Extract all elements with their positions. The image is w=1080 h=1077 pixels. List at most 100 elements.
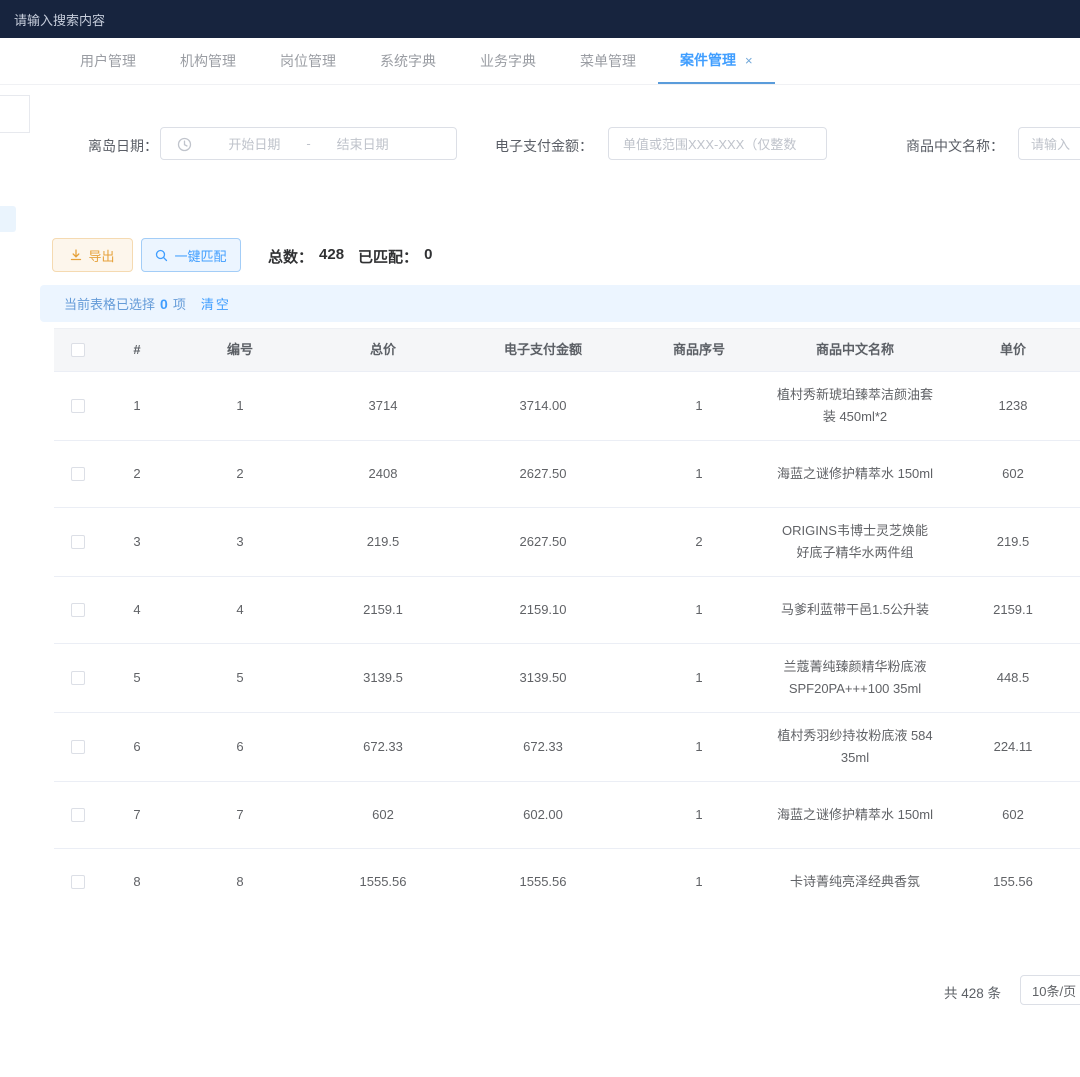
row-select-cell <box>54 659 102 697</box>
cell-product-name: 兰蔻菁纯臻颜精华粉底液SPF20PA+++100 35ml <box>770 644 940 712</box>
product-name-input[interactable]: 请输入 <box>1018 127 1080 160</box>
cell-index: 7 <box>102 792 172 838</box>
cell-product-seq: 1 <box>628 451 770 497</box>
matched-value: 0 <box>424 246 432 267</box>
end-date-placeholder[interactable]: 结束日期 <box>337 134 389 153</box>
table-row[interactable]: 4 4 2159.1 2159.10 1 马爹利蓝带干邑1.5公升装 2159.… <box>54 577 1080 644</box>
top-navbar: 请输入搜索内容 <box>0 0 1080 38</box>
tab-system-dict[interactable]: 系统字典 <box>358 38 458 84</box>
cell-number: 3 <box>172 519 308 565</box>
tab-post-management[interactable]: 岗位管理 <box>258 38 358 84</box>
page-size-select[interactable]: 10条/页 <box>1020 975 1080 1005</box>
table-row[interactable]: 3 3 219.5 2627.50 2 ORIGINS韦博士灵芝焕能好底子精华水… <box>54 508 1080 577</box>
row-checkbox[interactable] <box>71 603 85 617</box>
cell-number: 2 <box>172 451 308 497</box>
table-row[interactable]: 7 7 602 602.00 1 海蓝之谜修护精萃水 150ml 602 <box>54 782 1080 849</box>
selection-bar: 当前表格已选择 0 项 清空 <box>40 285 1080 322</box>
tab-case-management[interactable]: 案件管理 × <box>658 38 775 84</box>
cell-index: 3 <box>102 519 172 565</box>
cell-epayment: 602.00 <box>458 792 628 838</box>
row-select-cell <box>54 796 102 834</box>
cell-total-price: 672.33 <box>308 724 458 770</box>
collapsed-panel-corner <box>0 95 30 133</box>
row-checkbox[interactable] <box>71 535 85 549</box>
tab-menu-management[interactable]: 菜单管理 <box>558 38 658 84</box>
cell-unit-price: 155.56 <box>940 859 1080 905</box>
cases-table: # 编号 总价 电子支付金额 商品序号 商品中文名称 单价 1 1 3714 3… <box>54 328 1080 905</box>
selection-suffix: 项 <box>173 294 186 313</box>
date-range-input[interactable]: 开始日期 - 结束日期 <box>160 127 457 160</box>
pagination-total: 共 428 条 <box>944 982 1001 1002</box>
cell-index: 2 <box>102 451 172 497</box>
download-icon <box>70 249 82 261</box>
cell-number: 5 <box>172 655 308 701</box>
row-checkbox[interactable] <box>71 467 85 481</box>
table-row[interactable]: 1 1 3714 3714.00 1 植村秀新琥珀臻萃洁颜油套装 450ml*2… <box>54 372 1080 441</box>
one-click-match-button[interactable]: 一键匹配 <box>141 238 241 272</box>
cell-index: 4 <box>102 587 172 633</box>
row-checkbox[interactable] <box>71 875 85 889</box>
cell-epayment: 3139.50 <box>458 655 628 701</box>
table-row[interactable]: 8 8 1555.56 1555.56 1 卡诗菁纯亮泽经典香氛 155.56 <box>54 849 1080 905</box>
col-header-product-name[interactable]: 商品中文名称 <box>770 333 940 367</box>
matched-label: 已匹配： <box>358 246 418 267</box>
cell-index: 8 <box>102 859 172 905</box>
tab-business-dict[interactable]: 业务字典 <box>458 38 558 84</box>
tab-user-management[interactable]: 用户管理 <box>58 38 158 84</box>
table-row[interactable]: 6 6 672.33 672.33 1 植村秀羽纱持妆粉底液 584 35ml … <box>54 713 1080 782</box>
cell-unit-price: 2159.1 <box>940 587 1080 633</box>
col-header-index[interactable]: # <box>102 333 172 367</box>
cell-product-seq: 1 <box>628 587 770 633</box>
clear-selection-link[interactable]: 清空 <box>201 294 231 313</box>
close-tab-icon[interactable]: × <box>745 53 753 68</box>
cell-total-price: 602 <box>308 792 458 838</box>
cell-total-price: 219.5 <box>308 519 458 565</box>
col-header-epayment[interactable]: 电子支付金额 <box>458 333 628 367</box>
cell-product-name: ORIGINS韦博士灵芝焕能好底子精华水两件组 <box>770 508 940 576</box>
date-separator: - <box>306 136 310 151</box>
cell-number: 8 <box>172 859 308 905</box>
global-search-input[interactable]: 请输入搜索内容 <box>14 10 105 29</box>
depart-date-label: 离岛日期： <box>88 136 158 156</box>
col-header-number[interactable]: 编号 <box>172 333 308 367</box>
cell-total-price: 1555.56 <box>308 859 458 905</box>
row-select-cell <box>54 591 102 629</box>
cell-total-price: 2159.1 <box>308 587 458 633</box>
cell-product-seq: 1 <box>628 724 770 770</box>
cell-product-name: 植村秀羽纱持妆粉底液 584 35ml <box>770 713 940 781</box>
tab-bar: 用户管理 机构管理 岗位管理 系统字典 业务字典 菜单管理 案件管理 × <box>0 38 1080 85</box>
col-header-unit-price[interactable]: 单价 <box>940 333 1080 367</box>
row-select-cell <box>54 387 102 425</box>
start-date-placeholder[interactable]: 开始日期 <box>228 134 280 153</box>
cell-unit-price: 448.5 <box>940 655 1080 701</box>
cell-epayment: 2627.50 <box>458 451 628 497</box>
cell-product-name: 卡诗菁纯亮泽经典香氛 <box>770 859 940 905</box>
cell-total-price: 2408 <box>308 451 458 497</box>
table-row[interactable]: 5 5 3139.5 3139.50 1 兰蔻菁纯臻颜精华粉底液SPF20PA+… <box>54 644 1080 713</box>
cell-total-price: 3714 <box>308 383 458 429</box>
row-checkbox[interactable] <box>71 740 85 754</box>
row-checkbox[interactable] <box>71 671 85 685</box>
col-header-product-seq[interactable]: 商品序号 <box>628 333 770 367</box>
cell-unit-price: 219.5 <box>940 519 1080 565</box>
total-value: 428 <box>319 246 344 267</box>
cell-index: 5 <box>102 655 172 701</box>
cell-epayment: 672.33 <box>458 724 628 770</box>
cell-number: 4 <box>172 587 308 633</box>
match-stats: 总数：428 已匹配：0 <box>268 246 432 267</box>
table-row[interactable]: 2 2 2408 2627.50 1 海蓝之谜修护精萃水 150ml 602 <box>54 441 1080 508</box>
cell-product-seq: 1 <box>628 655 770 701</box>
clock-icon <box>177 137 192 152</box>
tab-org-management[interactable]: 机构管理 <box>158 38 258 84</box>
row-checkbox[interactable] <box>71 399 85 413</box>
search-icon <box>155 249 168 262</box>
export-button[interactable]: 导出 <box>52 238 133 272</box>
row-checkbox[interactable] <box>71 808 85 822</box>
select-all-checkbox[interactable] <box>71 343 85 357</box>
table-body: 1 1 3714 3714.00 1 植村秀新琥珀臻萃洁颜油套装 450ml*2… <box>54 372 1080 905</box>
col-header-total-price[interactable]: 总价 <box>308 333 458 367</box>
cell-product-name: 海蓝之谜修护精萃水 150ml <box>770 792 940 838</box>
panel-fragment <box>0 206 16 232</box>
epayment-amount-input[interactable]: 单值或范围XXX-XXX（仅整数 <box>608 127 827 160</box>
epayment-amount-label: 电子支付金额： <box>495 136 593 156</box>
